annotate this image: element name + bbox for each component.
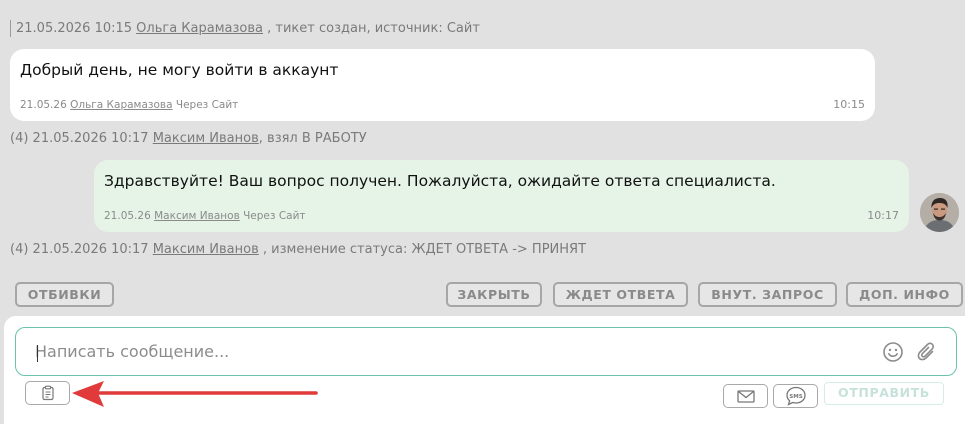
event-ticket-created: 21.05.2026 10:15 Ольга Карамазова , тике… <box>10 20 480 37</box>
close-ticket-button[interactable]: ЗАКРЫТЬ <box>446 282 542 307</box>
message-date: 21.05.26 <box>20 99 67 111</box>
internal-request-button[interactable]: ВНУТ. ЗАПРОС <box>698 282 837 307</box>
message-input-box[interactable] <box>15 327 957 376</box>
event-taken-in-work: (4) 21.05.2026 10:17 Максим Иванов, взял… <box>10 131 367 146</box>
event-datetime: 21.05.2026 10:15 <box>16 21 133 36</box>
sms-bubble-icon: SMS <box>786 386 806 406</box>
event-user-link[interactable]: Максим Иванов <box>153 131 259 146</box>
extra-info-button[interactable]: ДОП. ИНФО <box>846 282 963 307</box>
event-text: , изменение статуса: ЖДЕТ ОТВЕТА -> ПРИН… <box>262 242 587 257</box>
message-source: Через Сайт <box>175 99 239 111</box>
red-arrow-annotation <box>72 381 318 407</box>
message-meta: 21.05.26 Максим Иванов Через Сайт <box>104 210 306 222</box>
message-text: Добрый день, не могу войти в аккаунт <box>20 61 339 79</box>
waiting-reply-button[interactable]: ЖДЕТ ОТВЕТА <box>553 282 688 307</box>
message-author-link[interactable]: Максим Иванов <box>154 210 240 222</box>
email-channel-button[interactable] <box>723 384 768 408</box>
text-caret <box>37 345 38 362</box>
message-source: Через Сайт <box>243 210 306 222</box>
event-text: , взял В РАБОТУ <box>258 131 367 146</box>
agent-avatar <box>920 193 959 232</box>
send-button[interactable]: ОТПРАВИТЬ <box>824 382 944 405</box>
event-text: , тикет создан, источник: Сайт <box>267 21 480 36</box>
message-author-link[interactable]: Ольга Карамазова <box>70 99 172 111</box>
templates-button[interactable] <box>25 381 70 405</box>
event-prefix: (4) 21.05.2026 10:17 <box>10 242 149 257</box>
event-user-link[interactable]: Ольга Карамазова <box>136 21 263 36</box>
event-status-change: (4) 21.05.2026 10:17 Максим Иванов , изм… <box>10 242 586 257</box>
sms-label: SMS <box>789 394 802 400</box>
message-time: 10:15 <box>833 98 865 111</box>
clipboard-icon <box>42 385 54 401</box>
message-outgoing: Здравствуйте! Ваш вопрос получен. Пожалу… <box>94 160 909 232</box>
envelope-icon <box>737 390 755 403</box>
message-incoming: Добрый день, не могу войти в аккаунт 21.… <box>10 49 875 121</box>
message-date: 21.05.26 <box>104 210 151 222</box>
paperclip-icon[interactable] <box>916 341 938 367</box>
message-input[interactable] <box>35 338 865 364</box>
smile-icon[interactable] <box>882 341 904 367</box>
sms-channel-button[interactable]: SMS <box>773 384 818 408</box>
event-prefix: (4) 21.05.2026 10:17 <box>10 131 149 146</box>
message-time: 10:17 <box>867 209 899 222</box>
message-meta: 21.05.26 Ольга Карамазова Через Сайт <box>20 99 238 111</box>
otbivki-button[interactable]: ОТБИВКИ <box>15 282 114 307</box>
message-text: Здравствуйте! Ваш вопрос получен. Пожалу… <box>104 172 776 190</box>
event-user-link[interactable]: Максим Иванов <box>153 242 259 257</box>
